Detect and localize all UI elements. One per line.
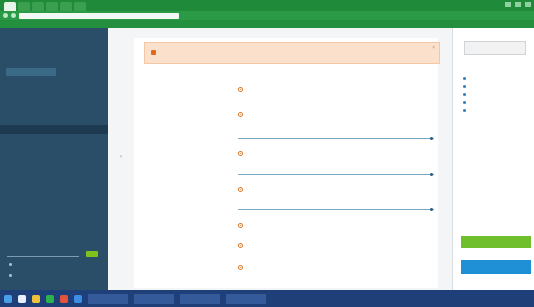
radio-option[interactable] — [238, 223, 243, 228]
chevron-left-icon[interactable]: ‹ — [120, 154, 124, 160]
radio-option[interactable] — [238, 243, 243, 248]
list-icon — [463, 108, 466, 112]
text-field[interactable] — [238, 209, 434, 210]
warning-icon — [151, 50, 156, 55]
text-field[interactable] — [238, 138, 434, 139]
list-icon — [463, 100, 466, 104]
radio-option[interactable] — [238, 87, 243, 92]
sidebar-item[interactable] — [0, 143, 108, 152]
radio-option[interactable] — [238, 265, 243, 270]
radio-option[interactable] — [238, 187, 243, 192]
sidebar-item[interactable] — [0, 152, 108, 161]
text-field[interactable] — [238, 174, 434, 175]
address-bar — [0, 11, 534, 20]
close-icon[interactable]: × — [432, 45, 435, 51]
sidebar-nav — [0, 125, 108, 161]
browser-icon[interactable] — [46, 294, 54, 303]
close-icon[interactable] — [525, 2, 531, 7]
main-area: ‹ × — [108, 28, 452, 290]
taskbar — [0, 290, 534, 307]
url-field[interactable] — [19, 12, 179, 19]
taskbar-window[interactable] — [134, 293, 174, 304]
app-icon[interactable] — [74, 294, 82, 303]
sidebar — [0, 28, 108, 290]
sidebar-input[interactable] — [7, 251, 79, 257]
list-icon — [463, 84, 466, 88]
back-icon[interactable] — [3, 13, 8, 18]
minimize-icon[interactable] — [505, 2, 511, 7]
logout-icon — [9, 274, 12, 277]
form-panel: × — [134, 38, 440, 288]
user-icon — [9, 263, 12, 266]
taskbar-window[interactable] — [226, 293, 266, 304]
radio-option[interactable] — [238, 151, 243, 156]
panel-link[interactable] — [463, 82, 469, 90]
bookmarks-bar — [0, 20, 534, 28]
search-icon[interactable] — [18, 294, 26, 303]
panel-link[interactable] — [463, 74, 469, 82]
browser-tab[interactable] — [4, 2, 16, 11]
sidebar-go-button[interactable] — [86, 251, 98, 257]
folder-icon[interactable] — [32, 294, 40, 303]
browser-tab[interactable] — [74, 2, 86, 11]
start-icon[interactable] — [4, 294, 12, 303]
panel-link[interactable] — [463, 90, 469, 98]
panel-list — [463, 74, 469, 114]
taskbar-window[interactable] — [88, 293, 128, 304]
sidebar-link[interactable] — [9, 274, 15, 278]
browser-tab-bar — [0, 0, 534, 11]
green-action-button[interactable] — [461, 236, 531, 248]
taskbar-window[interactable] — [180, 293, 220, 304]
browser-tab[interactable] — [18, 2, 30, 11]
radio-option[interactable] — [238, 112, 243, 117]
list-icon — [463, 92, 466, 96]
browser-tab[interactable] — [60, 2, 72, 11]
warning-alert: × — [144, 42, 440, 64]
window-controls — [505, 2, 531, 7]
panel-link[interactable] — [463, 98, 469, 106]
forward-icon[interactable] — [11, 13, 16, 18]
field-handle-icon — [430, 137, 433, 140]
sidebar-link[interactable] — [9, 263, 15, 267]
field-handle-icon — [430, 208, 433, 211]
browser-tab[interactable] — [32, 2, 44, 11]
field-handle-icon — [430, 173, 433, 176]
app-icon[interactable] — [60, 294, 68, 303]
sidebar-item[interactable] — [0, 125, 108, 134]
maximize-icon[interactable] — [515, 2, 521, 7]
top-action-button[interactable] — [464, 41, 526, 55]
list-icon — [463, 76, 466, 80]
browser-tab[interactable] — [46, 2, 58, 11]
company-selector[interactable] — [6, 68, 56, 76]
panel-link[interactable] — [463, 106, 469, 114]
sidebar-item[interactable] — [0, 134, 108, 143]
right-panel — [452, 28, 534, 290]
blue-action-button[interactable] — [461, 260, 531, 274]
